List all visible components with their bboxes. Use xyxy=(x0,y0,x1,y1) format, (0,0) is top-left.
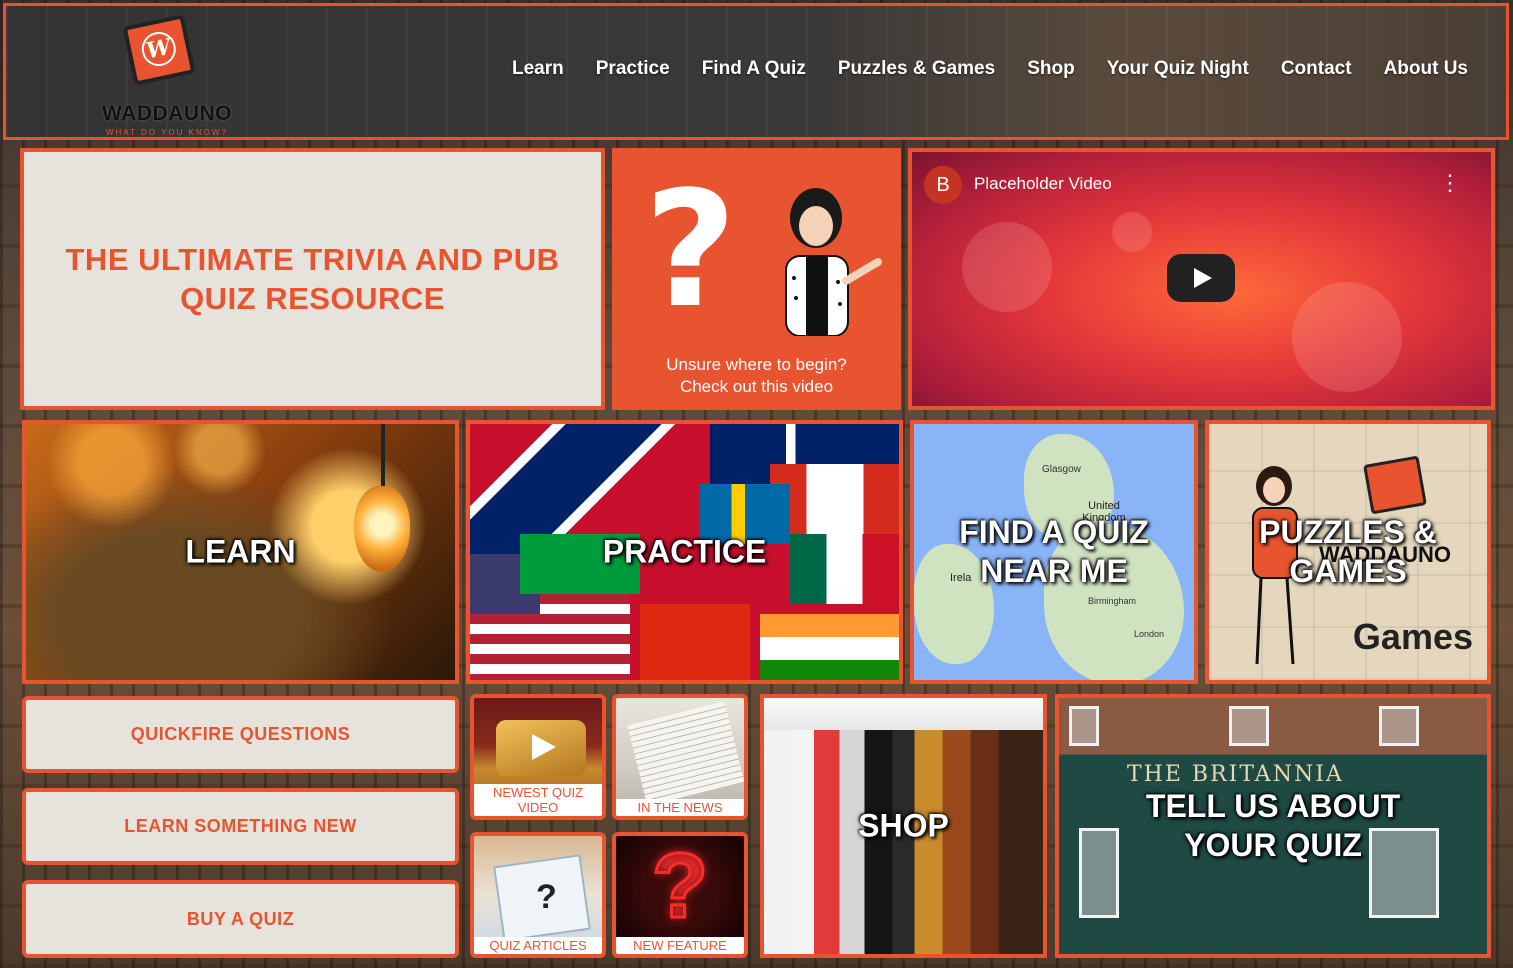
find-a-quiz-tile-label: FIND A QUIZ NEAR ME xyxy=(914,513,1194,591)
shop-tile-label: SHOP xyxy=(858,807,949,844)
main-nav: Learn Practice Find A Quiz Puzzles & Gam… xyxy=(512,58,1468,80)
in-the-news-tile[interactable]: IN THE NEWS xyxy=(612,694,748,820)
find-label-line2: NEAR ME xyxy=(980,553,1128,589)
practice-tile[interactable]: PRACTICE xyxy=(466,420,903,684)
practice-tile-label: PRACTICE xyxy=(602,533,767,570)
nav-learn[interactable]: Learn xyxy=(512,58,564,80)
question-mark-icon: ? xyxy=(644,156,737,343)
brand-name: WADDAUNO xyxy=(102,102,232,125)
puzzle-games-word: Games xyxy=(1352,616,1473,657)
puzzles-games-tile-label: PUZZLES & GAMES xyxy=(1209,513,1487,591)
video-player[interactable]: B Placeholder Video ⋮ xyxy=(908,148,1495,410)
nav-shop[interactable]: Shop xyxy=(1027,58,1075,80)
bulb-cord xyxy=(381,424,385,494)
puzzles-games-tile[interactable]: WADDAUNO Games PUZZLES & GAMES xyxy=(1205,420,1491,684)
nav-contact[interactable]: Contact xyxy=(1281,58,1352,80)
nav-find-a-quiz[interactable]: Find A Quiz xyxy=(702,58,806,80)
book-logo-icon: W xyxy=(122,14,196,86)
waddauno-logo[interactable]: W WADDAUNO WHAT DO YOU KNOW? xyxy=(88,14,248,137)
hero-banner: THE ULTIMATE TRIVIA AND PUB QUIZ RESOURC… xyxy=(20,148,605,410)
pub-window xyxy=(1379,706,1419,746)
neon-question-mark-icon: ? xyxy=(650,835,709,938)
quiz-articles-tile[interactable]: ? QUIZ ARTICLES xyxy=(470,832,606,958)
woman-pointing-illustration xyxy=(785,188,882,336)
nav-about-us[interactable]: About Us xyxy=(1384,58,1468,80)
channel-avatar[interactable]: B xyxy=(924,166,962,204)
tell-label-line1: TELL US ABOUT xyxy=(1145,788,1401,824)
video-title[interactable]: Placeholder Video xyxy=(974,174,1112,194)
bokeh-light xyxy=(1112,212,1152,252)
nav-puzzles-games[interactable]: Puzzles & Games xyxy=(838,58,995,80)
find-a-quiz-tile[interactable]: Glasgow United Kingdom Irela Birmingham … xyxy=(910,420,1198,684)
unsure-caption-line2: Check out this video xyxy=(679,377,834,396)
tell-us-tile-label: TELL US ABOUT YOUR QUIZ xyxy=(1059,787,1487,865)
bokeh-light xyxy=(962,222,1052,312)
quickfire-questions-button[interactable]: QUICKFIRE QUESTIONS xyxy=(22,696,459,773)
learn-tile[interactable]: LEARN xyxy=(22,420,459,684)
nav-your-quiz-night[interactable]: Your Quiz Night xyxy=(1107,58,1249,80)
tell-label-line2: YOUR QUIZ xyxy=(1184,827,1362,863)
map-label-london: London xyxy=(1134,629,1165,639)
pub-window xyxy=(1069,706,1099,746)
question-mark-icon: ? xyxy=(536,878,557,916)
map-label-birmingham: Birmingham xyxy=(1088,596,1137,606)
newest-quiz-video-tile[interactable]: NEWEST QUIZ VIDEO xyxy=(470,694,606,820)
tell-us-about-your-quiz-tile[interactable]: THE BRITANNIA TELL US ABOUT YOUR QUIZ xyxy=(1055,694,1491,958)
flag-india xyxy=(760,614,899,680)
nav-practice[interactable]: Practice xyxy=(596,58,670,80)
shop-tile[interactable]: SHOP xyxy=(760,694,1047,958)
puzzles-label-line1: PUZZLES & xyxy=(1259,514,1437,550)
brand-tagline: WHAT DO YOU KNOW? xyxy=(105,128,228,137)
newspaper-icon xyxy=(627,701,744,807)
book-logo-icon xyxy=(1363,455,1427,515)
site-header: W WADDAUNO WHAT DO YOU KNOW? Learn Pract… xyxy=(3,3,1509,140)
unsure-caption-line1: Unsure where to begin? xyxy=(666,355,847,374)
buy-a-quiz-button[interactable]: BUY A QUIZ xyxy=(22,880,459,958)
play-triangle-icon xyxy=(532,734,556,760)
more-vertical-icon[interactable]: ⋮ xyxy=(1439,170,1461,196)
newest-quiz-video-caption: NEWEST QUIZ VIDEO xyxy=(474,784,602,816)
in-the-news-caption: IN THE NEWS xyxy=(616,799,744,816)
unsure-caption: Unsure where to begin? Check out this vi… xyxy=(616,354,897,398)
bokeh-light xyxy=(1292,282,1402,392)
unsure-where-to-begin-tile[interactable]: ? Unsure where to begin? Check out this … xyxy=(612,148,901,410)
learn-something-new-button[interactable]: LEARN SOMETHING NEW xyxy=(22,788,459,865)
quiz-articles-caption: QUIZ ARTICLES xyxy=(474,937,602,954)
pub-window xyxy=(1229,706,1269,746)
learn-tile-label: LEARN xyxy=(185,533,296,570)
find-label-line1: FIND A QUIZ xyxy=(959,514,1149,550)
hero-title: THE ULTIMATE TRIVIA AND PUB QUIZ RESOURC… xyxy=(66,240,560,318)
hero-title-line2: QUIZ RESOURCE xyxy=(180,281,445,316)
map-label-glasgow: Glasgow xyxy=(1042,464,1081,475)
play-button-icon[interactable] xyxy=(1167,254,1235,302)
clothes-rail xyxy=(764,698,1043,730)
new-feature-caption: NEW FEATURE xyxy=(616,937,744,954)
logo-letter: W xyxy=(138,28,179,70)
flag-china xyxy=(640,604,750,680)
hero-title-line1: THE ULTIMATE TRIVIA AND PUB xyxy=(65,242,560,277)
new-feature-tile[interactable]: ? NEW FEATURE xyxy=(612,832,748,958)
pub-sign: THE BRITANNIA xyxy=(1127,762,1344,787)
puzzles-label-line2: GAMES xyxy=(1289,553,1407,589)
